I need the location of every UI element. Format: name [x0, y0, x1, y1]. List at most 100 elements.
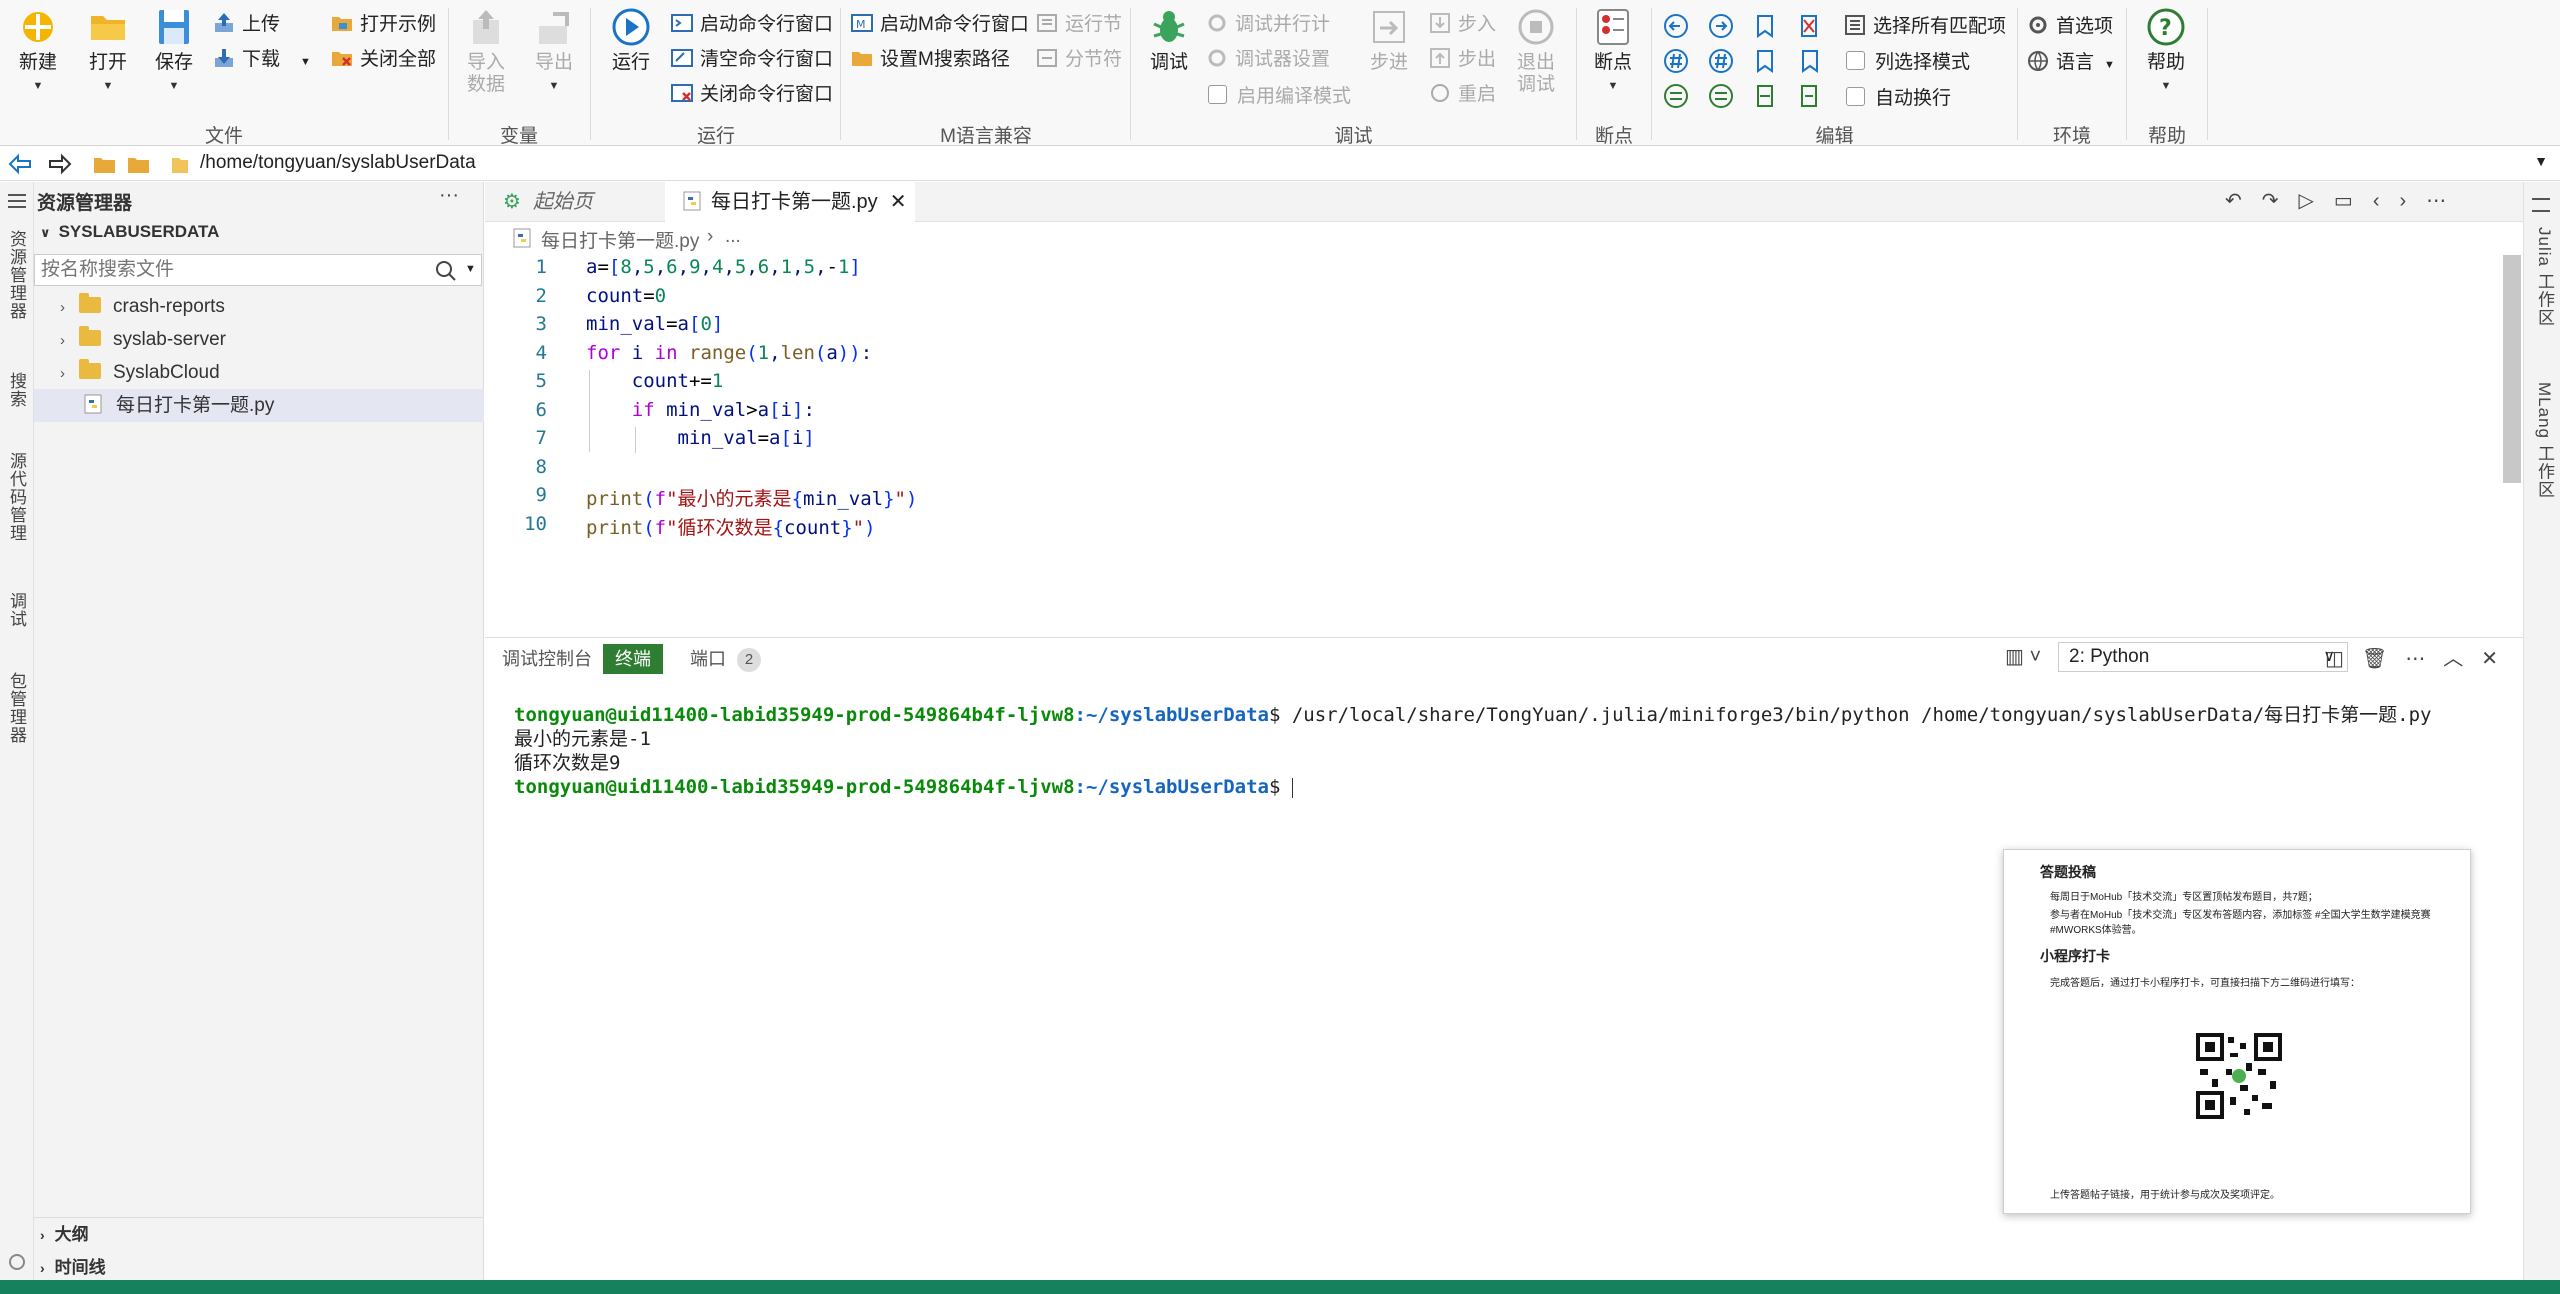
split-editor-icon[interactable]: ▭ [2334, 190, 2373, 212]
open-button[interactable]: 打开 ▼ [82, 6, 134, 97]
help-button[interactable]: ? 帮助 ▼ [2140, 6, 2192, 97]
close-icon[interactable]: ✕ [890, 191, 907, 213]
tab-start-page[interactable]: ⚙ 起始页 [485, 182, 665, 222]
import-data-button[interactable]: 导入 数据 [460, 6, 512, 96]
chevron-down-icon[interactable]: ▼ [465, 263, 476, 275]
chevron-left-icon[interactable]: ‹ [2373, 190, 2400, 212]
more-actions-icon[interactable]: ⋯ [2426, 190, 2466, 212]
run-button[interactable]: 运行 [605, 6, 657, 74]
start-m-cmd-button[interactable]: M 启动M命令行窗口 [850, 10, 1029, 40]
chevron-right-icon: › [40, 1260, 45, 1276]
more-actions-icon[interactable]: ⋯ [2405, 648, 2443, 670]
step-button[interactable]: 步进 [1363, 6, 1415, 74]
upload-button[interactable]: 上传 [212, 10, 280, 40]
code-editor[interactable]: 1 2 3 4 5 6 7 8 9 10 a=[8,5,6,9,4,5,6,1,… [485, 252, 2505, 637]
run-section-button[interactable]: 运行节 [1035, 10, 1122, 40]
terminal-select[interactable]: 2: Python ∨ [2058, 642, 2348, 672]
chevron-down-icon: ▼ [102, 80, 114, 92]
activity-source-control[interactable]: 源代码管理 [4, 452, 29, 542]
debug-parallel-button[interactable]: 调试并行计 [1205, 10, 1330, 40]
undo-icon[interactable]: ↶ [2225, 190, 2262, 212]
save-button[interactable]: 保存 ▼ [148, 6, 200, 97]
chevron-down-icon: ▼ [548, 80, 560, 92]
close-icon[interactable]: ✕ [2481, 648, 2516, 670]
menu-icon[interactable] [2532, 198, 2550, 212]
trash-icon[interactable]: 🗑 [2362, 648, 2405, 670]
search-icon[interactable] [435, 260, 457, 282]
chevron-right-icon[interactable]: › [2400, 190, 2427, 212]
file-search-input[interactable] [35, 255, 415, 285]
select-all-matches-button[interactable]: 选择所有匹配项 [1843, 12, 2006, 42]
timeline-section[interactable]: › 时间线 [40, 1253, 106, 1278]
breadcrumb-file[interactable]: 每日打卡第一题.py [541, 226, 699, 253]
maximize-icon[interactable]: ︿ [2443, 648, 2481, 670]
enable-compile-checkbox[interactable]: 启用编译模式 [1208, 82, 1351, 112]
tree-item-syslab-server[interactable]: › syslab-server [34, 323, 484, 356]
editor-actions: ↶↷▷▭‹›⋯ [2225, 188, 2466, 213]
tree-item-python-file[interactable]: 每日打卡第一题.py [34, 389, 484, 422]
clear-cmd-button[interactable]: 清空命令行窗口 [670, 45, 833, 75]
workspace-section[interactable]: ∨ SYSLABUSERDATA [40, 222, 219, 242]
chevron-right-icon: › [60, 299, 65, 316]
activity-debug[interactable]: 调试 [4, 592, 29, 628]
activity-packages[interactable]: 包管理器 [4, 672, 29, 744]
line-number: 2 [535, 285, 547, 307]
tree-item-syslabcloud[interactable]: › SyslabCloud [34, 356, 484, 389]
activity-search[interactable]: 搜索 [4, 372, 29, 408]
tree-item-crash-reports[interactable]: › crash-reports [34, 290, 484, 323]
set-m-path-button[interactable]: 设置M搜索路径 [850, 45, 1010, 75]
gear-icon: ⚙ [503, 191, 521, 213]
split-section-button[interactable]: 分节符 [1035, 45, 1122, 75]
redo-icon[interactable]: ↷ [2262, 190, 2299, 212]
language-button[interactable]: 语言 ▼ [2026, 48, 2115, 78]
start-cmd-button[interactable]: 启动命令行窗口 [670, 10, 833, 40]
settings-gear-icon[interactable] [9, 1254, 25, 1270]
run-file-icon[interactable]: ▷ [2299, 190, 2334, 212]
exit-debug-button[interactable]: 退出 调试 [1510, 6, 1562, 96]
debugger-settings-button[interactable]: 调试器设置 [1205, 45, 1330, 75]
run-section-icon [1037, 13, 1057, 32]
line-number: 6 [535, 399, 547, 421]
split-terminal-icon[interactable]: ▥ ˅ [2005, 644, 2041, 669]
outline-section[interactable]: › 大纲 [40, 1220, 89, 1245]
preferences-button[interactable]: 首选项 [2026, 12, 2113, 42]
open-example-button[interactable]: 打开示例 [330, 10, 436, 40]
tab-python-file[interactable]: 每日打卡第一题.py ✕ [665, 182, 915, 222]
close-all-button[interactable]: 关闭全部 [330, 45, 436, 75]
export-button[interactable]: 导出 ▼ [528, 6, 580, 97]
status-bar [0, 1280, 2560, 1294]
restart-button[interactable]: 重启 [1428, 80, 1496, 110]
split-icon[interactable]: ◫ [2325, 648, 2362, 670]
cursor [1291, 777, 1293, 798]
checkbox-icon [1846, 87, 1865, 107]
floating-image-preview[interactable]: 答题投稿 每周日于MoHub「技术交流」专区置顶帖发布题目，共7题； 参与者在M… [2003, 849, 2471, 1214]
tab-ports[interactable]: 端口 [690, 644, 726, 674]
close-cmd-button[interactable]: 关闭命令行窗口 [670, 80, 833, 110]
breakpoint-button[interactable]: 断点 ▼ [1587, 6, 1639, 97]
breadcrumb-more[interactable]: ... [725, 226, 741, 248]
import-icon [473, 10, 499, 44]
word-wrap-checkbox[interactable]: 自动换行 [1846, 84, 1951, 114]
column-select-checkbox[interactable]: 列选择模式 [1846, 48, 1970, 78]
download-button[interactable]: 下载 ▼ [212, 45, 311, 75]
debug-button[interactable]: 调试 [1143, 6, 1195, 74]
chevron-down-icon[interactable]: ▼ [2534, 153, 2548, 169]
folder-refresh-icon [128, 158, 149, 173]
julia-workspace-tab[interactable]: Julia 工作区 [2532, 227, 2557, 327]
breakpoint-icon [1597, 9, 1629, 45]
tab-terminal[interactable]: 终端 [603, 644, 663, 674]
mlang-workspace-tab[interactable]: MLang 工作区 [2532, 382, 2557, 499]
step-in-button[interactable]: 步入 [1428, 10, 1496, 40]
new-button[interactable]: 新建 ▼ [12, 6, 64, 97]
terminal-line-prompt[interactable]: tongyuan@uid11400-labid35949-prod-549864… [514, 775, 1293, 799]
step-out-button[interactable]: 步出 [1428, 45, 1496, 75]
more-actions-icon[interactable]: ··· [439, 184, 459, 207]
editor-scrollbar[interactable] [2503, 255, 2521, 483]
tab-debug-console[interactable]: 调试控制台 [502, 644, 592, 674]
chevron-down-icon: ▼ [2160, 80, 2172, 92]
menu-icon[interactable] [8, 194, 26, 208]
address-path[interactable]: /home/tongyuan/syslabUserData [200, 152, 476, 174]
activity-explorer[interactable]: 资源管理器 [4, 230, 29, 320]
edit-icons [1664, 14, 1818, 108]
line-number: 8 [535, 456, 547, 478]
